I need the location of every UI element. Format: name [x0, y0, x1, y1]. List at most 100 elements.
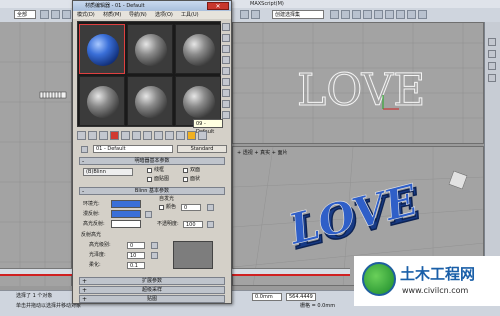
- menu-options[interactable]: 选项(O): [155, 11, 173, 19]
- assign-to-selection-icon[interactable]: [99, 131, 108, 140]
- rollout-title: 超级采样: [141, 287, 162, 293]
- options-icon[interactable]: [222, 89, 230, 97]
- select-by-material-icon[interactable]: [222, 100, 230, 108]
- sample-slot-2[interactable]: [127, 24, 173, 74]
- spec-level-map-button[interactable]: [151, 242, 158, 249]
- horizontal-toolbar: [77, 131, 231, 141]
- menu-mode[interactable]: 模式(D): [77, 11, 95, 19]
- soften-field[interactable]: 0.1: [127, 262, 145, 269]
- selection-status: 选择了 1 个对象: [16, 293, 53, 299]
- sample-slot-4[interactable]: [79, 76, 125, 126]
- video-check-icon[interactable]: [222, 67, 230, 75]
- render-frame-icon[interactable]: [418, 10, 427, 19]
- diffuse-map-button[interactable]: [145, 211, 152, 218]
- get-material-icon[interactable]: [77, 131, 86, 140]
- sample-type-icon[interactable]: [222, 23, 230, 31]
- background-icon[interactable]: [222, 45, 230, 53]
- z-coordinate-field[interactable]: 564.4449: [286, 293, 316, 301]
- material-map-navigator-icon[interactable]: [222, 111, 230, 119]
- put-to-scene-icon[interactable]: [88, 131, 97, 140]
- self-illum-color-label: 颜色: [166, 204, 177, 210]
- snap-icon[interactable]: [240, 10, 249, 19]
- put-to-library-icon[interactable]: [143, 131, 152, 140]
- glossiness-field[interactable]: 10: [127, 252, 145, 259]
- sample-slot-5[interactable]: [127, 76, 173, 126]
- eyedropper-icon[interactable]: [81, 146, 88, 153]
- close-button[interactable]: ✕: [207, 2, 229, 10]
- left-viewport[interactable]: [0, 22, 72, 286]
- show-map-icon[interactable]: [165, 131, 174, 140]
- named-selection-dropdown[interactable]: 创建选择集: [272, 10, 324, 19]
- rollout-extended[interactable]: + 扩展参数: [79, 277, 225, 285]
- x-coordinate-field[interactable]: 0.0mm: [252, 293, 282, 301]
- menu-utilities[interactable]: 工具(U): [181, 11, 199, 19]
- select-by-name-icon[interactable]: [51, 10, 60, 19]
- self-illum-color-checkbox[interactable]: [159, 205, 164, 210]
- viewcube-icon[interactable]: [448, 170, 468, 190]
- faceted-label: 面状: [190, 176, 201, 182]
- rollout-blinn-basic[interactable]: - Blinn 基本参数: [79, 187, 225, 195]
- love-text-outline: LOVE: [297, 65, 425, 116]
- hierarchy-tab-icon[interactable]: [488, 62, 496, 70]
- viewport-label[interactable]: + 透视 + 真实 + 面片: [237, 149, 288, 156]
- top-viewport[interactable]: LOVE: [232, 22, 484, 144]
- render-icon[interactable]: [407, 10, 416, 19]
- opacity-map-button[interactable]: [207, 221, 214, 228]
- sample-slot-1[interactable]: [79, 24, 125, 74]
- face-map-checkbox[interactable]: [147, 177, 152, 182]
- region-select-icon[interactable]: [62, 10, 71, 19]
- motion-tab-icon[interactable]: [488, 74, 496, 82]
- soften-label: 柔化:: [89, 262, 101, 268]
- menu-navigation[interactable]: 导航(N): [129, 11, 147, 19]
- curve-editor-icon[interactable]: [363, 10, 372, 19]
- create-tab-icon[interactable]: [488, 38, 496, 46]
- spec-level-field[interactable]: 0: [127, 242, 145, 249]
- opacity-field[interactable]: 100: [183, 221, 203, 228]
- ambient-color-swatch[interactable]: [111, 200, 141, 208]
- self-illum-group-label: 自发光: [159, 196, 175, 202]
- go-forward-sibling-icon[interactable]: [198, 131, 207, 140]
- show-end-result-icon[interactable]: [176, 131, 185, 140]
- make-copy-icon[interactable]: [121, 131, 130, 140]
- material-editor-icon[interactable]: [385, 10, 394, 19]
- glossiness-map-button[interactable]: [151, 252, 158, 259]
- menu-material[interactable]: 材质(M): [103, 11, 121, 19]
- angle-snap-icon[interactable]: [251, 10, 260, 19]
- material-id-icon[interactable]: [154, 131, 163, 140]
- spec-level-label: 高光级别:: [89, 242, 111, 248]
- material-name-field[interactable]: 01 - Default: [93, 145, 173, 153]
- wire-checkbox[interactable]: [147, 168, 152, 173]
- faceted-checkbox[interactable]: [183, 177, 188, 182]
- mirror-icon[interactable]: [330, 10, 339, 19]
- sample-slot-3[interactable]: [175, 24, 221, 74]
- go-to-parent-icon[interactable]: [187, 131, 196, 140]
- select-icon[interactable]: [40, 10, 49, 19]
- selection-filter-dropdown[interactable]: 全部: [14, 10, 36, 19]
- face-map-label: 面贴图: [154, 176, 170, 182]
- reset-map-icon[interactable]: [110, 131, 119, 140]
- menu-maxscript[interactable]: MAXScript(M): [250, 0, 284, 8]
- backlight-icon[interactable]: [222, 34, 230, 42]
- self-illum-value-field[interactable]: 0: [181, 204, 201, 211]
- specular-color-swatch[interactable]: [111, 220, 141, 228]
- two-sided-label: 双面: [190, 167, 201, 173]
- modify-tab-icon[interactable]: [488, 50, 496, 58]
- render-setup-icon[interactable]: [396, 10, 405, 19]
- layer-icon[interactable]: [352, 10, 361, 19]
- align-icon[interactable]: [341, 10, 350, 19]
- diffuse-color-swatch[interactable]: [111, 210, 141, 218]
- uv-tiling-icon[interactable]: [222, 56, 230, 64]
- watermark-url: www.civilcn.com: [402, 286, 469, 295]
- make-preview-icon[interactable]: [222, 78, 230, 86]
- make-unique-icon[interactable]: [132, 131, 141, 140]
- rollout-supersampling[interactable]: + 超级采样: [79, 286, 225, 294]
- material-type-button[interactable]: Standard: [177, 145, 227, 153]
- schematic-icon[interactable]: [374, 10, 383, 19]
- self-illum-map-button[interactable]: [207, 204, 214, 211]
- rollout-maps[interactable]: + 贴图: [79, 295, 225, 303]
- rollout-shader-basic[interactable]: - 明暗器基本参数: [79, 157, 225, 165]
- two-sided-checkbox[interactable]: [183, 168, 188, 173]
- material-sphere: [183, 86, 215, 118]
- shader-type-dropdown[interactable]: (B)Blinn: [83, 168, 133, 176]
- rollout-title: Blinn 基本参数: [134, 188, 170, 194]
